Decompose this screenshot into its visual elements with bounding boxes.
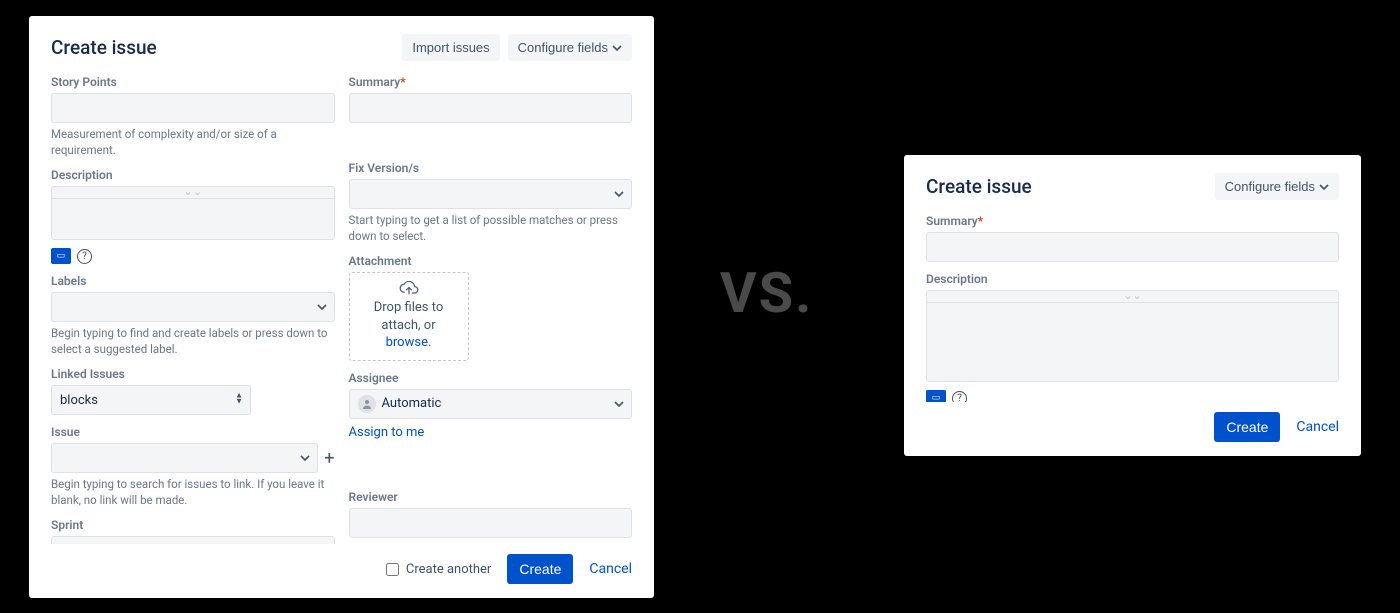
fix-version-select[interactable] [349,179,633,209]
add-issue-button[interactable]: + [324,448,334,469]
label-linked-issues: Linked Issues [51,367,335,381]
description-tools: ▭ ? [51,248,335,264]
description-textarea[interactable] [51,198,335,240]
required-asterisk: * [978,214,983,228]
browse-link[interactable]: browse [386,335,428,350]
create-issue-dialog-compact: Create issue Configure fields Summary* D… [904,155,1361,456]
assign-to-me-link[interactable]: Assign to me [349,425,425,440]
field-reviewer: Reviewer Start typing to get a list of p… [349,490,633,547]
attachment-dropzone[interactable]: Drop files to attach, or browse. [349,272,469,361]
configure-fields-label: Configure fields [518,40,608,55]
dropzone-text-2: attach, or [381,318,435,333]
label-description: Description [926,272,1339,286]
issue-select[interactable] [51,443,318,473]
configure-fields-label: Configure fields [1225,179,1315,194]
chevron-down-icon [612,45,622,51]
create-issue-dialog-full: Create issue Import issues Configure fie… [29,16,654,598]
story-points-input[interactable] [51,93,335,123]
dialog-footer: Create Cancel [926,402,1339,442]
summary-input[interactable] [349,93,633,123]
dialog-footer: Create another Create Cancel [51,544,632,584]
label-issue: Issue [51,425,335,439]
create-button[interactable]: Create [1214,412,1280,442]
field-fix-version: Fix Version/s Start typing to get a list… [349,161,633,244]
header-actions: Import issues Configure fields [402,34,632,61]
label-reviewer: Reviewer [349,490,633,504]
vs-text: VS. [720,260,813,326]
label-summary: Summary* [349,75,633,89]
field-summary: Summary* [926,214,1339,262]
field-assignee: Assignee Automatic Assign to me [349,371,633,440]
header-actions: Configure fields [1215,173,1339,200]
cancel-link[interactable]: Cancel [1296,419,1339,435]
avatar-icon [358,395,376,413]
label-summary: Summary* [926,214,1339,228]
create-another-label: Create another [406,562,491,577]
dialog-header: Create issue Import issues Configure fie… [51,34,632,61]
configure-fields-button[interactable]: Configure fields [1215,173,1339,200]
import-issues-button[interactable]: Import issues [402,34,499,61]
assignee-select[interactable]: Automatic [349,389,633,419]
help-labels: Begin typing to find and create labels o… [51,326,335,357]
field-labels: Labels Begin typing to find and create l… [51,274,335,357]
form-col-left: Story Points Measurement of complexity a… [51,75,335,547]
cancel-link[interactable]: Cancel [589,561,632,577]
linked-issues-value: blocks [60,393,98,408]
required-asterisk: * [400,75,405,89]
help-fix-version: Start typing to get a list of possible m… [349,213,633,244]
field-attachment: Attachment Drop files to attach, or brow… [349,254,633,361]
labels-select[interactable] [51,292,335,322]
visual-tab-icon[interactable]: ▭ [51,248,71,264]
assignee-value: Automatic [382,396,442,411]
field-description: Description ⌄⌄ ▭ ? [51,168,335,264]
drag-handle-icon[interactable]: ⌄⌄ [926,290,1339,302]
dialog-title: Create issue [926,175,1032,198]
label-labels: Labels [51,274,335,288]
help-issue: Begin typing to search for issues to lin… [51,477,335,508]
import-issues-label: Import issues [412,40,489,55]
field-issue: Issue + Begin typing to search for issue… [51,425,335,508]
upload-icon [399,281,419,297]
summary-input[interactable] [926,232,1339,262]
create-another-checkbox[interactable] [386,563,399,576]
label-description: Description [51,168,335,182]
field-summary: Summary* [349,75,633,123]
field-sprint: Sprint Jira Software sprint field [51,518,335,547]
label-story-points: Story Points [51,75,335,89]
help-story-points: Measurement of complexity and/or size of… [51,127,335,158]
dialog-title: Create issue [51,36,157,59]
field-story-points: Story Points Measurement of complexity a… [51,75,335,158]
linked-issues-select[interactable]: blocks [51,385,251,415]
dropzone-text-1: Drop files to [374,300,443,315]
field-linked-issues: Linked Issues blocks ▲▼ [51,367,335,415]
help-icon[interactable]: ? [77,249,92,264]
form-columns: Story Points Measurement of complexity a… [51,75,632,547]
form-col-right: Summary* Fix Version/s Start typing to g… [349,75,633,547]
label-assignee: Assignee [349,371,633,385]
reviewer-input[interactable] [349,508,633,538]
field-description: Description ⌄⌄ ▭ ? [926,272,1339,406]
drag-handle-icon[interactable]: ⌄⌄ [51,186,335,198]
label-sprint: Sprint [51,518,335,532]
description-textarea[interactable] [926,302,1339,382]
label-fix-version: Fix Version/s [349,161,633,175]
chevron-down-icon [1319,184,1329,190]
label-attachment: Attachment [349,254,633,268]
create-another-wrap[interactable]: Create another [382,560,491,579]
create-button[interactable]: Create [507,554,573,584]
dialog-header: Create issue Configure fields [926,173,1339,200]
configure-fields-button[interactable]: Configure fields [508,34,632,61]
